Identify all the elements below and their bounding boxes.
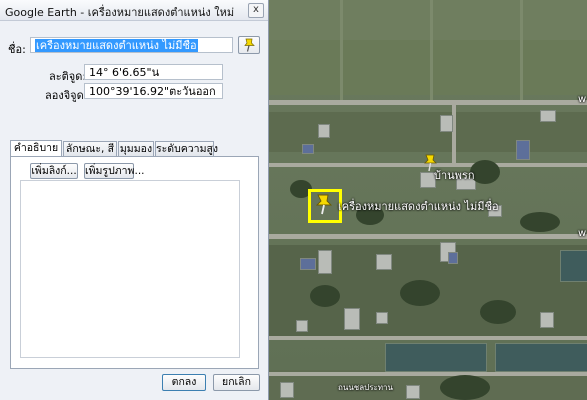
map-trees (310, 285, 340, 307)
map-road (520, 0, 523, 100)
latitude-label: ละติจูด: (49, 70, 87, 83)
tab-altitude[interactable]: ระดับความสูง (155, 141, 218, 156)
map-road (430, 0, 433, 100)
map-pond (385, 343, 487, 372)
map-road (268, 336, 587, 340)
map-building (376, 254, 392, 270)
map-trees (520, 212, 560, 232)
new-placemark-label: เครื่องหมายแสดงตำแหน่ง ไม่มีชื่อ (338, 200, 499, 213)
latitude-value: 14° 6'6.65"น (89, 66, 160, 79)
map-building (318, 250, 332, 274)
map-building (406, 385, 420, 399)
name-field-value: เครื่องหมายแสดงตำแหน่ง ไม่มีชื่อ (35, 39, 198, 52)
map-building (540, 110, 556, 122)
ok-button[interactable]: ตกลง (162, 374, 206, 391)
add-image-button[interactable]: เพิ่มรูปภาพ... (84, 163, 145, 179)
pushpin-icon (244, 38, 255, 52)
map-building (440, 115, 453, 132)
tab-view[interactable]: มุมมอง (118, 141, 154, 156)
map-place-label: บ้านพรก (434, 169, 475, 182)
map-road-label: ถนนชลประทาน (338, 383, 394, 392)
placemark-dialog: Google Earth - เครื่องหมายแสดงตำแหน่ง ให… (0, 0, 269, 400)
new-placemark-pin-icon[interactable] (314, 192, 334, 216)
map-trees (440, 375, 490, 400)
dialog-titlebar[interactable]: Google Earth - เครื่องหมายแสดงตำแหน่ง ให… (0, 0, 268, 21)
longitude-value: 100°39'16.92"ตะวันออก (89, 85, 216, 98)
map-pond (495, 343, 587, 372)
map-road-label: w (578, 94, 587, 105)
name-field[interactable]: เครื่องหมายแสดงตำแหน่ง ไม่มีชื่อ (30, 37, 233, 53)
map-road (268, 372, 587, 376)
map-field (268, 40, 587, 95)
map-building (516, 140, 530, 160)
map-building (300, 258, 316, 270)
map-road (340, 0, 343, 100)
map-field (268, 0, 587, 40)
map-building (296, 320, 308, 332)
map-building (280, 382, 294, 398)
map-trees (400, 280, 440, 306)
dialog-title: Google Earth - เครื่องหมายแสดงตำแหน่ง ให… (5, 6, 235, 19)
add-link-button[interactable]: เพิ่มลิงก์... (30, 163, 78, 179)
map-building (376, 312, 388, 324)
map-building (302, 144, 314, 154)
map-building (540, 312, 554, 328)
map-trees (480, 300, 516, 324)
close-button[interactable]: x (248, 3, 264, 18)
description-textarea[interactable] (20, 180, 240, 358)
name-label: ชื่อ: (8, 43, 26, 56)
map-road (268, 100, 587, 105)
latitude-field[interactable]: 14° 6'6.65"น (84, 64, 223, 80)
map-pond (560, 250, 587, 282)
close-icon: x (253, 4, 259, 15)
longitude-label: ลองจิจูด: (45, 89, 88, 102)
placemark-icon-button[interactable] (238, 36, 260, 54)
map-building (448, 252, 458, 264)
longitude-field[interactable]: 100°39'16.92"ตะวันออก (84, 83, 223, 99)
map-building (318, 124, 330, 138)
map-road (452, 105, 456, 165)
map-building (344, 308, 360, 330)
cancel-button[interactable]: ยกเลิก (213, 374, 260, 391)
map-road (268, 234, 587, 239)
tab-description[interactable]: คำอธิบาย (10, 140, 62, 157)
map-road-label: w (578, 228, 587, 239)
tab-style-color[interactable]: ลักษณะ, สี (63, 141, 117, 156)
